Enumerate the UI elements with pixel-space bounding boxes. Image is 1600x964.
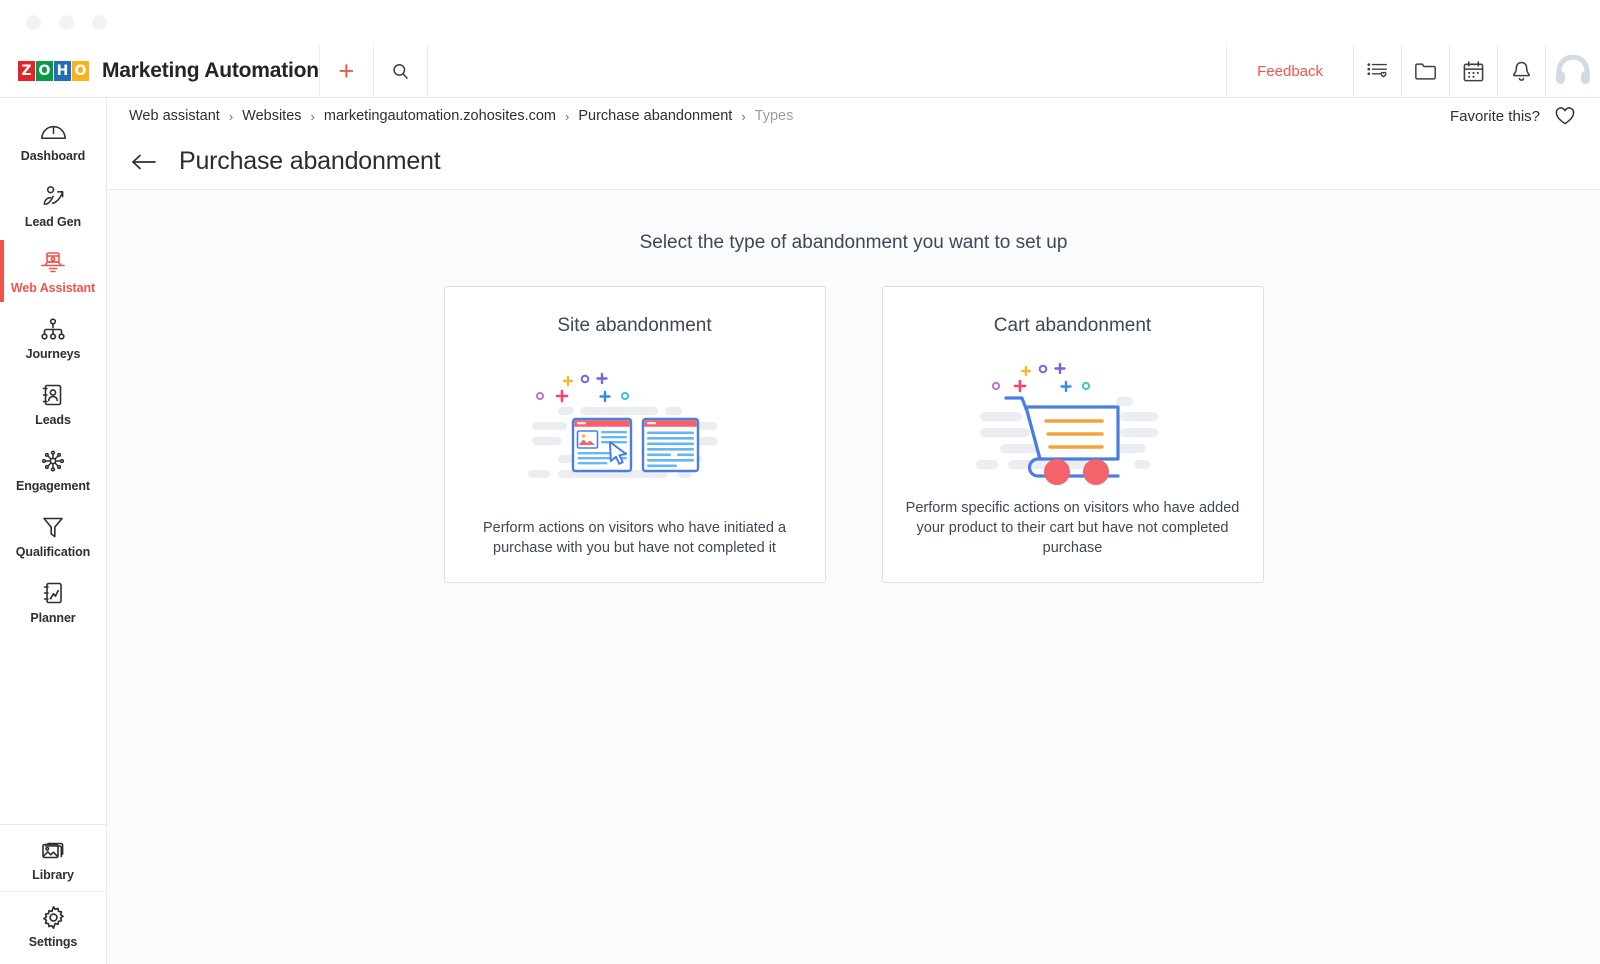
favorite-this-button[interactable]: Favorite this? xyxy=(1450,106,1576,126)
page-title: Purchase abandonment xyxy=(179,147,440,176)
back-button[interactable] xyxy=(131,153,157,171)
calendar-button[interactable] xyxy=(1450,45,1497,97)
sidebar-item-label: Qualification xyxy=(2,545,104,559)
app-title: Marketing Automation xyxy=(102,59,319,83)
hierarchy-icon xyxy=(2,315,104,343)
sidebar-primary-nav: Dashboard Lead Gen xyxy=(0,98,106,634)
network-node-icon xyxy=(2,447,104,475)
sidebar-item-label: Leads xyxy=(2,413,104,427)
sidebar-item-settings[interactable]: Settings xyxy=(0,891,106,958)
bell-icon xyxy=(1511,60,1532,83)
window-maximize-dot[interactable] xyxy=(92,15,107,30)
calendar-icon xyxy=(1462,60,1485,83)
card-title: Cart abandonment xyxy=(994,315,1151,337)
zoho-logo-icon: Z O H O xyxy=(18,61,89,81)
sidebar-item-journeys[interactable]: Journeys xyxy=(0,304,106,370)
planner-book-icon xyxy=(2,579,104,607)
zoho-logo-letter-h: H xyxy=(54,61,71,81)
notifications-button[interactable] xyxy=(1498,45,1545,97)
sidebar-item-qualification[interactable]: Qualification xyxy=(0,502,106,568)
list-heart-icon xyxy=(1366,60,1390,82)
app-body: Dashboard Lead Gen xyxy=(0,98,1600,964)
sidebar-item-dashboard[interactable]: Dashboard xyxy=(0,106,106,172)
breadcrumb-item-types: Types xyxy=(755,108,794,124)
gauge-icon xyxy=(2,117,104,145)
favorite-this-label: Favorite this? xyxy=(1450,108,1540,125)
headset-icon xyxy=(1553,55,1593,87)
sidebar-item-label: Web Assistant xyxy=(2,281,104,295)
card-illustration xyxy=(901,337,1245,498)
breadcrumb-item-purchase-abandonment[interactable]: Purchase abandonment xyxy=(578,108,732,124)
sidebar-item-label: Planner xyxy=(2,611,104,625)
support-button[interactable] xyxy=(1546,45,1600,97)
sidebar: Dashboard Lead Gen xyxy=(0,98,107,964)
back-arrow-icon xyxy=(131,153,157,171)
files-button[interactable] xyxy=(1402,45,1449,97)
card-description: Perform actions on visitors who have ini… xyxy=(463,518,807,564)
contact-card-icon xyxy=(2,381,104,409)
breadcrumb-item-websites[interactable]: Websites xyxy=(242,108,301,124)
window-minimize-dot[interactable] xyxy=(59,15,74,30)
breadcrumb-separator: › xyxy=(565,109,569,124)
web-assistant-icon xyxy=(2,249,104,277)
add-button[interactable]: + xyxy=(320,45,373,97)
sidebar-item-leads[interactable]: Leads xyxy=(0,370,106,436)
card-cart-abandonment[interactable]: Cart abandonment xyxy=(882,286,1264,583)
card-illustration xyxy=(463,337,807,518)
sidebar-item-library[interactable]: Library xyxy=(0,825,106,891)
image-stack-icon xyxy=(2,836,104,864)
folder-icon xyxy=(1414,61,1438,82)
top-bar: Z O H O Marketing Automation + Feedback xyxy=(0,45,1600,98)
card-title: Site abandonment xyxy=(557,315,711,337)
sidebar-item-label: Dashboard xyxy=(2,149,104,163)
brand[interactable]: Z O H O Marketing Automation xyxy=(0,59,319,83)
zoho-logo-letter-o2: O xyxy=(72,61,89,81)
window-chrome xyxy=(0,0,1600,45)
funnel-icon xyxy=(2,513,104,541)
breadcrumb-item-web-assistant[interactable]: Web assistant xyxy=(129,108,220,124)
sidebar-item-engagement[interactable]: Engagement xyxy=(0,436,106,502)
search-button[interactable] xyxy=(374,45,427,97)
shopping-cart-illustration xyxy=(948,350,1198,485)
heart-icon[interactable] xyxy=(1554,106,1576,126)
breadcrumb-separator: › xyxy=(229,109,233,124)
tasks-list-button[interactable] xyxy=(1354,45,1401,97)
search-icon xyxy=(391,62,410,81)
zoho-logo-letter-z: Z xyxy=(18,61,35,81)
plus-icon: + xyxy=(339,58,355,85)
window-close-dot[interactable] xyxy=(26,15,41,30)
breadcrumb: Web assistant › Websites › marketingauto… xyxy=(129,108,793,124)
sidebar-item-label: Engagement xyxy=(2,479,104,493)
sidebar-item-label: Library xyxy=(2,868,104,882)
sidebar-item-lead-gen[interactable]: Lead Gen xyxy=(0,172,106,238)
zoho-logo-letter-o1: O xyxy=(36,61,53,81)
page-title-bar: Purchase abandonment xyxy=(107,134,1600,190)
content-area: Select the type of abandonment you want … xyxy=(107,190,1600,964)
sidebar-item-web-assistant[interactable]: Web Assistant xyxy=(0,238,106,304)
sidebar-item-label: Settings xyxy=(2,935,104,949)
sidebar-item-label: Journeys xyxy=(2,347,104,361)
content-heading: Select the type of abandonment you want … xyxy=(640,232,1068,254)
gear-icon xyxy=(2,903,104,931)
breadcrumb-item-site-domain[interactable]: marketingautomation.zohosites.com xyxy=(324,108,556,124)
sidebar-secondary-nav: Library Settings xyxy=(0,824,106,964)
toolbar-divider-3 xyxy=(427,45,428,97)
sidebar-item-planner[interactable]: Planner xyxy=(0,568,106,634)
sidebar-item-label: Lead Gen xyxy=(2,215,104,229)
main-area: Web assistant › Websites › marketingauto… xyxy=(107,98,1600,964)
feedback-button[interactable]: Feedback xyxy=(1227,63,1353,80)
abandonment-type-cards: Site abandonment xyxy=(444,286,1264,583)
card-site-abandonment[interactable]: Site abandonment xyxy=(444,286,826,583)
breadcrumb-separator: › xyxy=(311,109,315,124)
breadcrumb-separator: › xyxy=(741,109,745,124)
browser-windows-cursor-illustration xyxy=(510,360,760,495)
card-description: Perform specific actions on visitors who… xyxy=(901,498,1245,564)
top-bar-right-group: Feedback xyxy=(1226,45,1600,97)
breadcrumb-bar: Web assistant › Websites › marketingauto… xyxy=(107,98,1600,134)
person-growth-icon xyxy=(2,183,104,211)
